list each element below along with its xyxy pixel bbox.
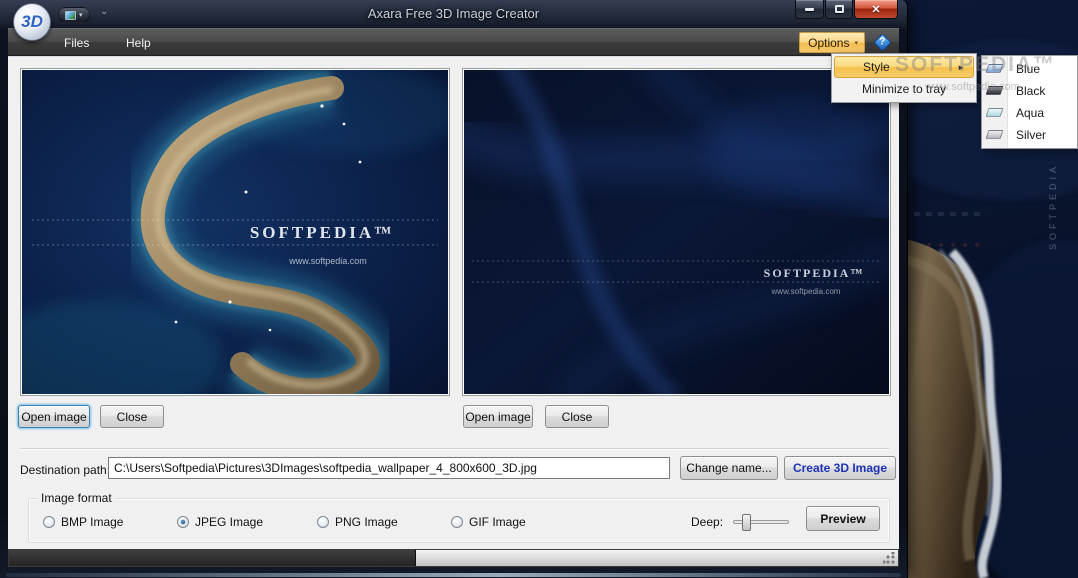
radio-circle-icon: [451, 516, 463, 528]
image-format-group: Image format BMP Image JPEG Image PNG Im…: [28, 498, 890, 543]
caret-down-icon: ▾: [79, 11, 83, 19]
menu-files[interactable]: Files: [56, 34, 97, 52]
options-dropdown-menu: Style ► Minimize to tray: [831, 53, 977, 103]
caret-down-icon: ▾: [854, 39, 858, 47]
deep-slider-track[interactable]: [733, 520, 789, 524]
screen: SOFTPEDIA Axara Free 3D Image Creator 3D…: [0, 0, 1078, 578]
right-close-button[interactable]: Close: [545, 405, 609, 428]
radio-jpeg-image[interactable]: JPEG Image: [177, 515, 263, 529]
maximize-button[interactable]: [825, 0, 853, 19]
app-logo-3d-icon[interactable]: 3D: [13, 3, 51, 41]
left-open-image-button[interactable]: Open image: [18, 405, 90, 428]
toolbar-chevron-icon[interactable]: ⌄: [100, 6, 108, 17]
style-silver-icon: [986, 130, 1004, 139]
client-area: SOFTPEDIA™ www.softpedia.com: [8, 56, 899, 549]
submenu-item-blue[interactable]: Blue: [982, 58, 1077, 80]
svg-text:www.softpedia.com: www.softpedia.com: [288, 256, 367, 266]
svg-text:www.softpedia.com: www.softpedia.com: [771, 287, 841, 296]
window-controls: ✕: [794, 0, 898, 19]
destination-path-input[interactable]: [108, 457, 670, 479]
separator: [20, 448, 889, 450]
preview-button[interactable]: Preview: [806, 506, 880, 531]
close-button[interactable]: ✕: [854, 0, 898, 19]
right-open-image-button[interactable]: Open image: [463, 405, 533, 428]
close-icon: ✕: [871, 3, 880, 16]
deep-slider-thumb[interactable]: [742, 514, 751, 531]
right-image: SOFTPEDIA™ www.softpedia.com: [464, 70, 889, 394]
style-black-icon: [986, 86, 1004, 95]
deep-label: Deep:: [691, 515, 723, 529]
left-image: SOFTPEDIA™ www.softpedia.com: [22, 70, 448, 394]
minimize-icon: [805, 8, 814, 11]
window-title: Axara Free 3D Image Creator: [0, 6, 907, 21]
radio-png-image[interactable]: PNG Image: [317, 515, 398, 529]
options-menu-button[interactable]: Options ▾: [799, 32, 865, 53]
menu-item-minimize-to-tray[interactable]: Minimize to tray: [834, 78, 974, 100]
style-aqua-icon: [986, 108, 1004, 117]
left-close-button[interactable]: Close: [100, 405, 164, 428]
image-format-label: Image format: [37, 491, 116, 505]
menubar: Files Help Options ▾ ?: [8, 28, 899, 56]
statusbar-right-panel: [416, 550, 898, 566]
destination-path-label: Destination path:: [20, 463, 110, 477]
create-3d-image-button[interactable]: Create 3D Image: [784, 456, 896, 480]
menu-help[interactable]: Help: [118, 34, 159, 52]
style-blue-icon: [986, 64, 1004, 73]
minimize-button[interactable]: [795, 0, 824, 19]
radio-gif-image[interactable]: GIF Image: [451, 515, 526, 529]
submenu-item-aqua[interactable]: Aqua: [982, 102, 1077, 124]
image-thumbnail-icon: [65, 11, 76, 20]
maximize-icon: [835, 5, 844, 13]
left-image-panel: SOFTPEDIA™ www.softpedia.com: [20, 68, 450, 396]
resize-grip[interactable]: [883, 552, 895, 564]
radio-bmp-image[interactable]: BMP Image: [43, 515, 123, 529]
right-image-panel: SOFTPEDIA™ www.softpedia.com: [462, 68, 891, 396]
submenu-item-black[interactable]: Black: [982, 80, 1077, 102]
svg-text:SOFTPEDIA™: SOFTPEDIA™: [764, 266, 865, 280]
svg-text:SOFTPEDIA™: SOFTPEDIA™: [250, 223, 394, 242]
radio-circle-icon: [317, 516, 329, 528]
statusbar-left-panel: [9, 550, 416, 566]
help-diamond-icon: ?: [873, 33, 891, 51]
menu-item-style[interactable]: Style ►: [834, 56, 974, 78]
change-name-button[interactable]: Change name...: [680, 456, 778, 480]
statusbar: [8, 549, 899, 567]
app-window: Axara Free 3D Image Creator 3D ▾ ⌄ ✕ Fil…: [0, 0, 908, 578]
desktop-vertical-watermark: SOFTPEDIA: [1048, 163, 1058, 250]
style-submenu: Blue Black Aqua Silver: [981, 55, 1078, 149]
help-button[interactable]: ?: [873, 33, 892, 52]
radio-circle-icon: [43, 516, 55, 528]
submenu-item-silver[interactable]: Silver: [982, 124, 1077, 146]
titlebar[interactable]: Axara Free 3D Image Creator 3D ▾ ⌄ ✕: [0, 0, 907, 28]
window-bottom-glow: [6, 573, 901, 577]
submenu-arrow-icon: ►: [957, 63, 965, 72]
radio-circle-checked-icon: [177, 516, 189, 528]
quick-access-toolbar[interactable]: ▾: [58, 7, 90, 23]
